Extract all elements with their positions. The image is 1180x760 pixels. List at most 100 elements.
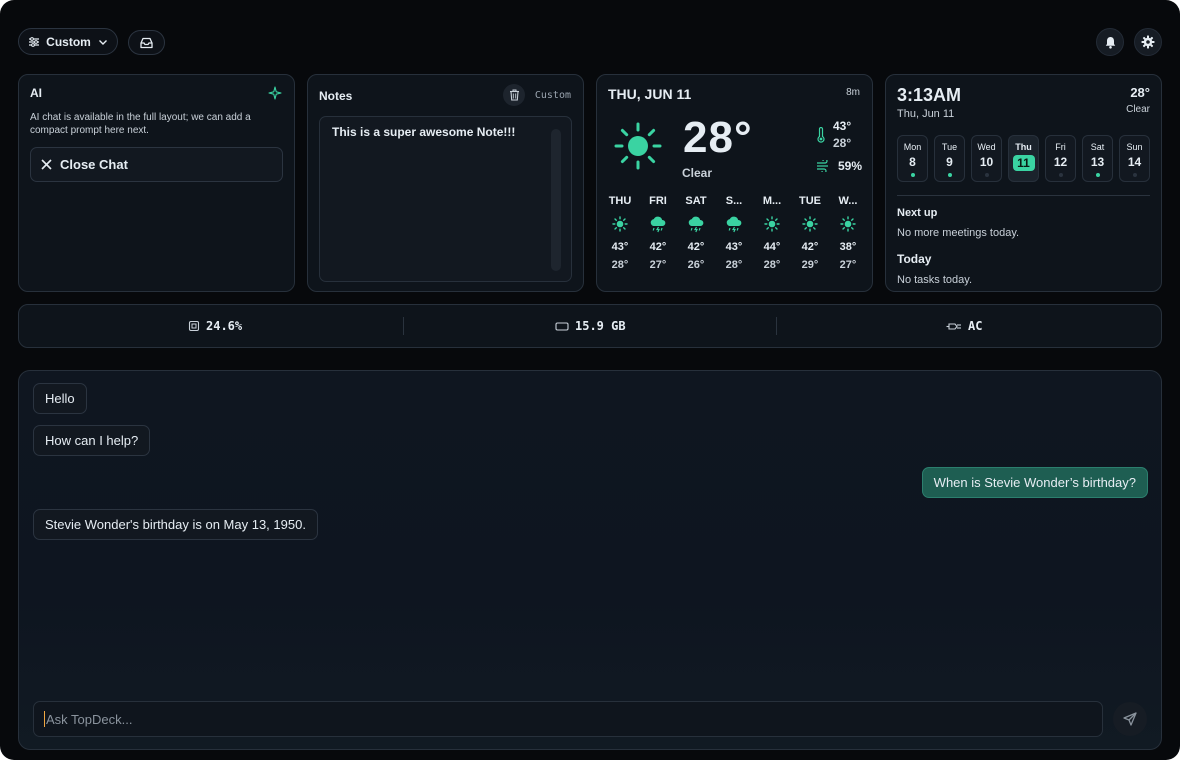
close-chat-button[interactable]: Close Chat — [30, 147, 283, 182]
assistant-message: How can I help? — [33, 425, 151, 456]
calendar-day[interactable]: Tue 9 — [934, 135, 965, 182]
memory-stat: 15.9 GB — [555, 305, 626, 347]
calendar-card: 3:13AM Thu, Jun 11 28° Clear Mon 8 Tue 9… — [885, 74, 1162, 292]
calendar-day[interactable]: Fri 12 — [1045, 135, 1076, 182]
thermometer-icon — [817, 127, 825, 143]
storm-icon — [726, 216, 742, 233]
trash-icon — [509, 89, 519, 101]
event-dot — [948, 173, 952, 177]
calendar-day[interactable]: Sun 14 — [1119, 135, 1150, 182]
forecast-day-name: THU — [608, 195, 632, 207]
day-number: 13 — [1090, 155, 1105, 169]
day-name: Fri — [1055, 142, 1066, 152]
calendar-day[interactable]: Mon 8 — [897, 135, 928, 182]
day-name: Wed — [977, 142, 996, 152]
clock-date: Thu, Jun 11 — [897, 108, 955, 120]
forecast-high: 38° — [839, 241, 857, 253]
calendar-day-selected[interactable]: Thu 11 — [1008, 135, 1039, 182]
event-dot — [985, 173, 989, 177]
notes-mode-label[interactable]: Custom — [535, 90, 571, 101]
inbox-button[interactable] — [128, 30, 165, 55]
note-scrollbar[interactable] — [551, 129, 561, 271]
chat-input-placeholder: Ask TopDeck... — [46, 711, 133, 727]
inbox-icon — [140, 37, 153, 48]
weather-forecast: THU 43° 28° FRI 42° 27° SAT 42° 26° S...… — [601, 195, 867, 273]
layout-label: Custom — [46, 34, 91, 49]
bell-icon — [1105, 36, 1115, 49]
forecast-day: TUE 42° 29° — [791, 195, 829, 273]
weather-card: THU, JUN 11 8m 28° Clear 43° 28° 59% THU… — [596, 74, 873, 292]
ai-card: AI AI chat is available in the full layo… — [18, 74, 295, 292]
forecast-day: W... 38° 27° — [829, 195, 867, 273]
forecast-high: 42° — [649, 241, 667, 253]
event-dot — [1133, 173, 1137, 177]
day-number: 14 — [1127, 155, 1142, 169]
day-number: 11 — [1012, 155, 1035, 171]
forecast-low: 27° — [649, 259, 667, 271]
sun-icon — [614, 122, 662, 170]
forecast-high: 42° — [801, 241, 819, 253]
notes-card: Notes Custom This is a super awesome Not… — [307, 74, 584, 292]
chevron-down-icon — [98, 39, 107, 45]
calendar-day[interactable]: Wed 10 — [971, 135, 1002, 182]
forecast-day-name: W... — [838, 195, 858, 207]
next-up-text: No more meetings today. — [897, 227, 1020, 239]
close-icon — [41, 159, 52, 170]
weather-date: THU, JUN 11 — [608, 86, 692, 102]
weather-temperature: 28° — [683, 113, 753, 162]
forecast-low: 28° — [611, 259, 629, 271]
wind-icon — [817, 160, 828, 172]
day-number: 10 — [979, 155, 994, 169]
chat-input[interactable]: Ask TopDeck... — [33, 701, 1103, 737]
ai-card-title: AI — [30, 86, 42, 100]
next-up-heading: Next up — [897, 207, 938, 219]
notifications-button[interactable] — [1096, 28, 1124, 56]
forecast-high: 42° — [687, 241, 705, 253]
calendar-day[interactable]: Sat 13 — [1082, 135, 1113, 182]
weather-humidity: 59% — [838, 159, 863, 173]
forecast-day: M... 44° 28° — [753, 195, 791, 273]
memory-icon — [555, 321, 569, 331]
layout-selector[interactable]: Custom — [18, 28, 118, 55]
user-message: When is Stevie Wonder’s birthday? — [921, 467, 1148, 498]
forecast-day-name: SAT — [685, 195, 707, 207]
sliders-icon — [29, 36, 40, 47]
send-icon — [1123, 712, 1137, 726]
delete-note-button[interactable] — [503, 84, 525, 106]
cpu-stat: 24.6% — [188, 305, 242, 347]
forecast-low: 26° — [687, 259, 705, 271]
assistant-message: Stevie Wonder's birthday is on May 13, 1… — [33, 509, 318, 540]
forecast-day-name: M... — [762, 195, 782, 207]
system-stats-bar: 24.6% 15.9 GB AC — [18, 304, 1162, 348]
weather-condition: Clear — [682, 166, 713, 180]
event-dot — [911, 173, 915, 177]
forecast-day: THU 43° 28° — [601, 195, 639, 273]
sun-icon — [764, 216, 780, 232]
power-value: AC — [968, 319, 983, 333]
message-text: Stevie Wonder's birthday is on May 13, 1… — [45, 517, 306, 532]
note-textarea[interactable]: This is a super awesome Note!!! — [319, 116, 572, 282]
day-name: Mon — [903, 142, 922, 152]
forecast-day-name: S... — [725, 195, 743, 207]
chat-panel: Hello How can I help? When is Stevie Won… — [18, 370, 1162, 750]
close-chat-label: Close Chat — [60, 157, 128, 172]
day-name: Tue — [941, 142, 958, 152]
text-caret — [44, 711, 45, 727]
storm-icon — [688, 216, 704, 233]
sun-icon — [802, 216, 818, 232]
day-name: Thu — [1015, 142, 1032, 152]
day-name: Sat — [1090, 142, 1105, 152]
power-stat: AC — [946, 305, 982, 347]
settings-button[interactable] — [1134, 28, 1162, 56]
forecast-day: FRI 42° 27° — [639, 195, 677, 273]
memory-value: 15.9 GB — [575, 319, 626, 333]
sun-icon — [612, 216, 628, 232]
divider — [897, 195, 1150, 196]
week-strip: Mon 8 Tue 9 Wed 10 Thu 11 Fri 12 Sat 13 … — [897, 135, 1150, 182]
cpu-value: 24.6% — [206, 319, 243, 333]
stat-divider — [776, 317, 777, 335]
send-button[interactable] — [1113, 702, 1147, 736]
cpu-icon — [188, 320, 200, 332]
weather-low: 28° — [833, 136, 852, 150]
forecast-day-name: FRI — [649, 195, 667, 207]
